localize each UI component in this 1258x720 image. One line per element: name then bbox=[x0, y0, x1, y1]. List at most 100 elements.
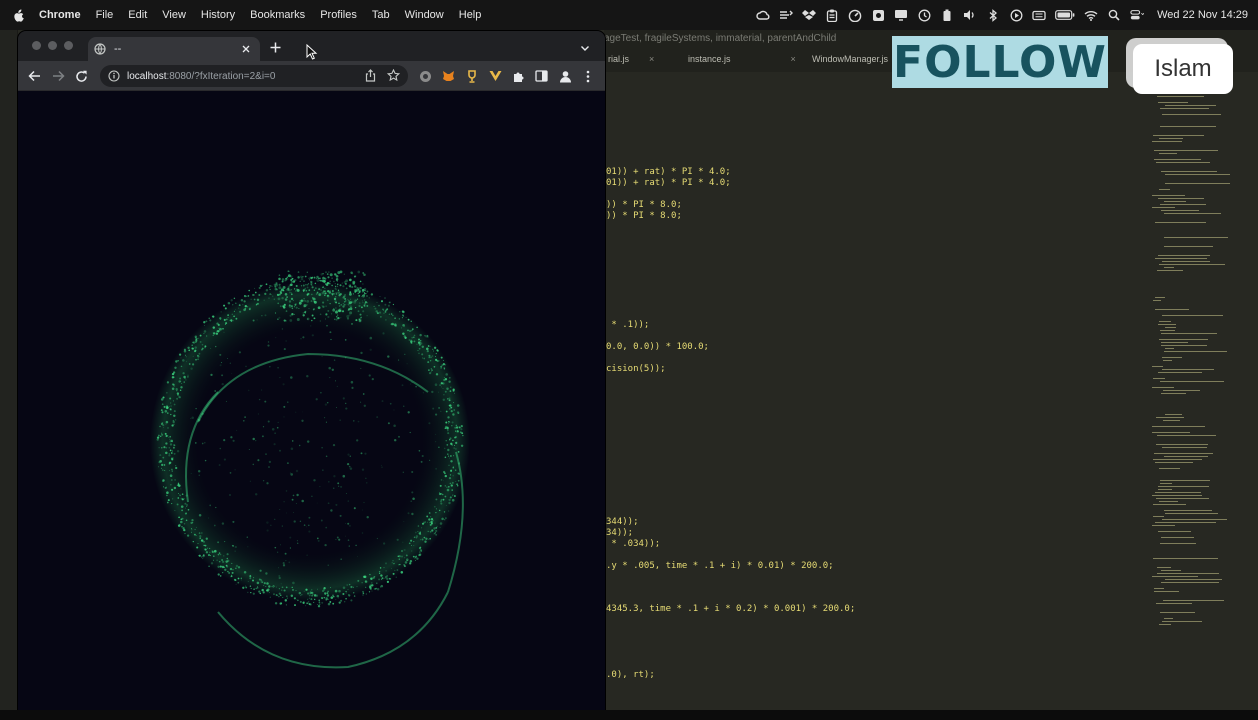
screenshot-icon[interactable] bbox=[871, 8, 885, 22]
minimap-line bbox=[1157, 270, 1183, 271]
close-tab-icon[interactable] bbox=[240, 43, 252, 55]
battery-app-icon[interactable] bbox=[940, 8, 954, 22]
minimap-line bbox=[1164, 237, 1228, 238]
menu-history[interactable]: History bbox=[201, 9, 235, 21]
close-icon[interactable]: × bbox=[791, 54, 796, 64]
browser-tab-active[interactable]: -- bbox=[88, 37, 260, 61]
wifi-icon[interactable] bbox=[1084, 8, 1098, 22]
minimap-line bbox=[1154, 588, 1164, 589]
back-arrow-icon[interactable] bbox=[26, 68, 42, 84]
minimap-line bbox=[1163, 600, 1224, 601]
spotlight-search-icon[interactable] bbox=[1107, 8, 1121, 22]
volume-icon[interactable] bbox=[963, 8, 977, 22]
editor-minimap[interactable] bbox=[1148, 90, 1244, 650]
minimap-line bbox=[1153, 558, 1218, 559]
bluetooth-icon[interactable] bbox=[986, 8, 1000, 22]
menu-bookmarks[interactable]: Bookmarks bbox=[250, 9, 305, 21]
display-icon[interactable] bbox=[894, 8, 908, 22]
editor-tab-label: WindowManager.js bbox=[812, 54, 889, 64]
minimap-line bbox=[1159, 321, 1171, 322]
menu-help[interactable]: Help bbox=[459, 9, 482, 21]
minimap-line bbox=[1160, 126, 1216, 127]
minimap-line bbox=[1155, 522, 1216, 523]
close-window-button[interactable] bbox=[32, 41, 41, 50]
minimap-line bbox=[1162, 114, 1221, 115]
code-line: 4345.3, time * .1 + i * 0.2) * 0.001) * … bbox=[606, 604, 856, 614]
metamask-fox-icon[interactable] bbox=[441, 69, 455, 83]
webgl-viewport[interactable] bbox=[18, 92, 605, 710]
address-bar[interactable]: localhost:8080/?fxIteration=2&i=0 bbox=[100, 65, 408, 87]
apple-logo-icon[interactable] bbox=[13, 9, 27, 22]
status-area: Wed 22 Nov 14:29 bbox=[756, 0, 1248, 30]
url-path: :8080/?fxIteration=2&i=0 bbox=[166, 70, 276, 82]
minimap-line bbox=[1152, 141, 1182, 142]
code-line: * .034)); bbox=[606, 539, 661, 549]
forward-arrow-icon[interactable] bbox=[50, 68, 66, 84]
share-icon[interactable] bbox=[364, 69, 377, 82]
zoom-window-button[interactable] bbox=[64, 41, 73, 50]
minimap-line bbox=[1152, 426, 1205, 427]
trophy-extension-icon[interactable] bbox=[465, 69, 479, 83]
minimap-line bbox=[1152, 525, 1175, 526]
site-info-icon[interactable] bbox=[108, 70, 120, 82]
tab-search-chevron-icon[interactable] bbox=[579, 41, 591, 53]
minimap-line bbox=[1152, 366, 1163, 367]
minimap-line bbox=[1156, 444, 1208, 445]
extensions-puzzle-icon[interactable] bbox=[511, 69, 525, 83]
menubar-clock[interactable]: Wed 22 Nov 14:29 bbox=[1157, 9, 1248, 21]
menu-view[interactable]: View bbox=[162, 9, 186, 21]
minimap-line bbox=[1155, 492, 1201, 493]
window-controls bbox=[32, 41, 73, 50]
minimap-line bbox=[1163, 360, 1172, 361]
menu-file[interactable]: File bbox=[96, 9, 114, 21]
more-menu-icon[interactable] bbox=[581, 69, 595, 83]
creative-cloud-icon[interactable] bbox=[756, 8, 770, 22]
close-icon[interactable]: × bbox=[649, 54, 654, 64]
control-center-icon[interactable] bbox=[1130, 8, 1145, 22]
dropbox-icon[interactable] bbox=[802, 8, 817, 22]
minimap-line bbox=[1158, 255, 1210, 256]
play-icon[interactable] bbox=[1009, 8, 1023, 22]
menu-tab[interactable]: Tab bbox=[372, 9, 390, 21]
profile-avatar-icon[interactable] bbox=[558, 69, 572, 83]
speedometer-icon[interactable] bbox=[848, 8, 862, 22]
minimap-line bbox=[1159, 624, 1171, 625]
minimap-line bbox=[1152, 432, 1190, 433]
minimap-line bbox=[1165, 579, 1222, 580]
code-line: cision(5)); bbox=[606, 364, 666, 374]
minimap-line bbox=[1156, 498, 1209, 499]
minimap-line bbox=[1159, 264, 1225, 265]
battery-icon[interactable] bbox=[1055, 8, 1075, 22]
new-tab-plus-icon[interactable] bbox=[268, 40, 282, 54]
side-panel-icon[interactable] bbox=[534, 69, 548, 83]
menu-profiles[interactable]: Profiles bbox=[320, 9, 357, 21]
bartender-icon[interactable] bbox=[779, 8, 794, 22]
editor-tab-instance[interactable]: instance.js × bbox=[688, 54, 796, 70]
editor-tab-window-manager[interactable]: WindowManager.js bbox=[812, 54, 888, 70]
menu-app-chrome[interactable]: Chrome bbox=[39, 9, 81, 21]
vue-devtools-icon[interactable] bbox=[488, 69, 502, 83]
keyboard-icon[interactable] bbox=[1032, 8, 1046, 22]
clipboard-icon[interactable] bbox=[825, 8, 839, 22]
editor-tab-material[interactable]: rial.js × bbox=[608, 54, 654, 70]
time-machine-icon[interactable] bbox=[917, 8, 931, 22]
minimap-line bbox=[1160, 612, 1195, 613]
reload-icon[interactable] bbox=[73, 68, 89, 84]
bookmark-star-icon[interactable] bbox=[386, 68, 401, 82]
browser-toolbar: localhost:8080/?fxIteration=2&i=0 bbox=[18, 61, 605, 91]
minimize-window-button[interactable] bbox=[48, 41, 57, 50]
minimap-line bbox=[1159, 138, 1183, 139]
minimap-line bbox=[1161, 393, 1186, 394]
minimap-line bbox=[1152, 207, 1175, 208]
minimap-line bbox=[1165, 327, 1176, 328]
extension-1-icon[interactable] bbox=[418, 69, 432, 83]
code-line: )) * PI * 8.0; bbox=[606, 211, 682, 221]
menu-edit[interactable]: Edit bbox=[128, 9, 147, 21]
minimap-line bbox=[1156, 603, 1192, 604]
minimap-line bbox=[1162, 261, 1210, 262]
minimap-line bbox=[1157, 567, 1171, 568]
menu-window[interactable]: Window bbox=[405, 9, 444, 21]
minimap-line bbox=[1155, 297, 1165, 298]
minimap-line bbox=[1161, 210, 1199, 211]
minimap-line bbox=[1152, 387, 1174, 388]
